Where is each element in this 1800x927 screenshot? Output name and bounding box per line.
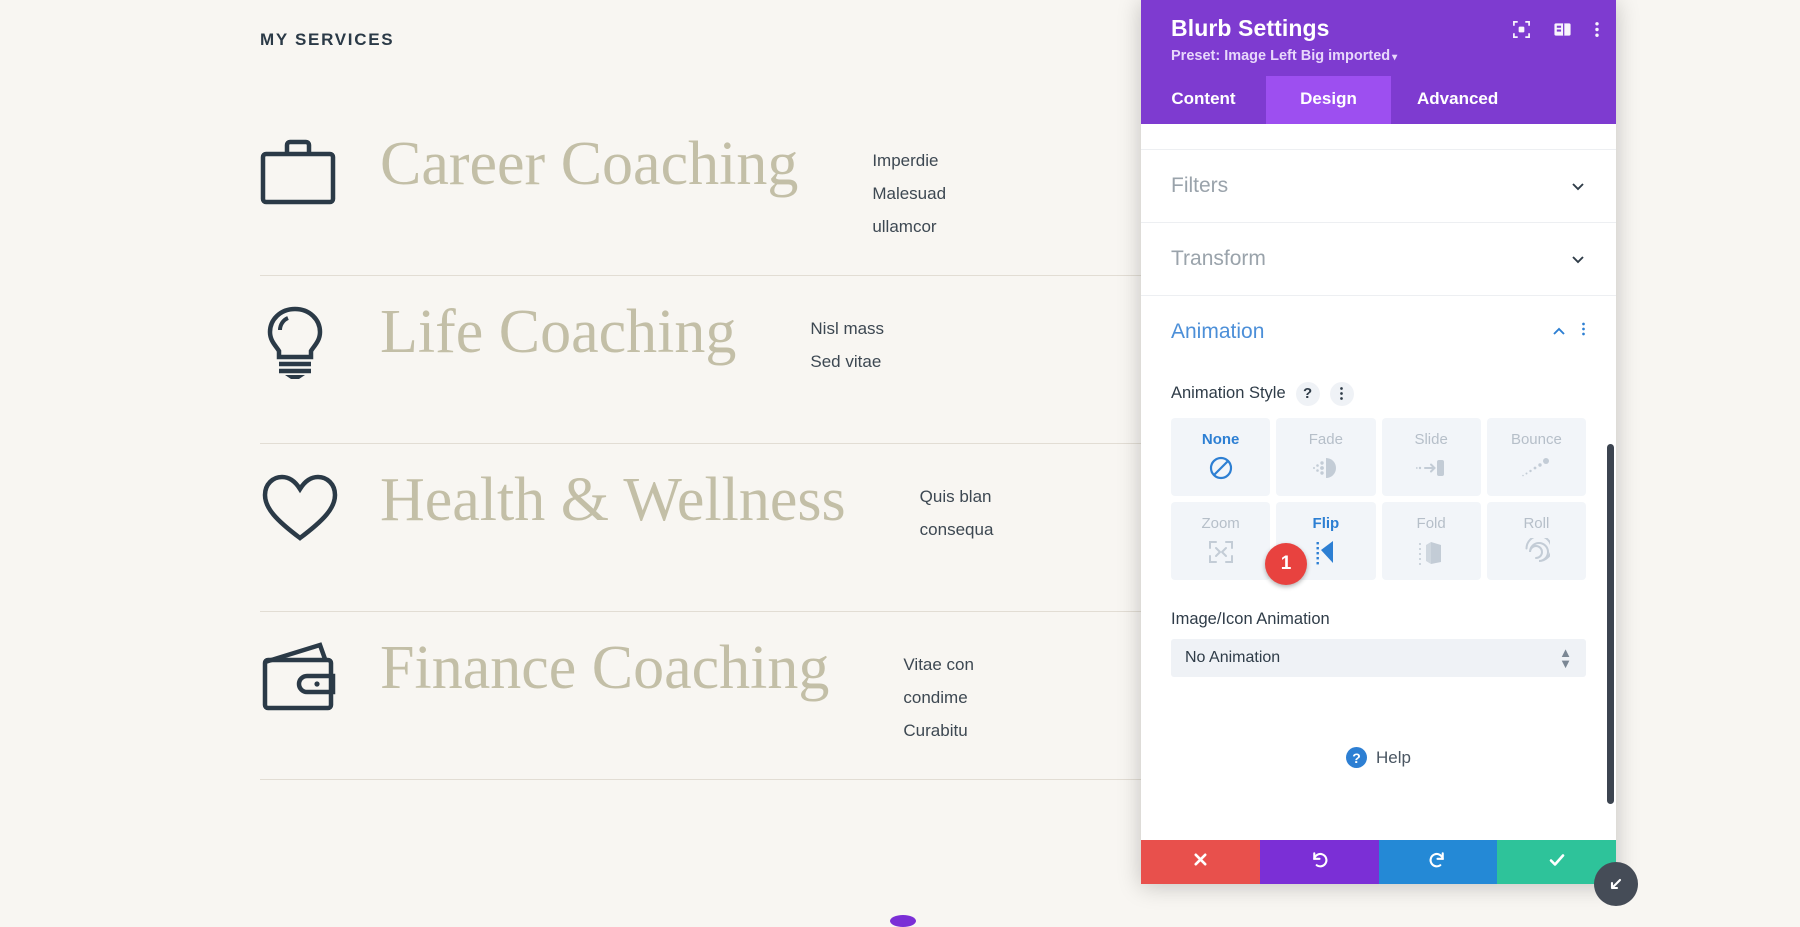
focus-icon[interactable] bbox=[1512, 20, 1531, 44]
help-icon: ? bbox=[1346, 747, 1367, 768]
tab-advanced[interactable]: Advanced bbox=[1391, 76, 1524, 124]
anim-option-label: Fade bbox=[1309, 431, 1343, 448]
step-marker-1: 1 bbox=[1265, 543, 1307, 585]
animation-style-label: Animation Style bbox=[1171, 384, 1286, 403]
anim-option-zoom[interactable]: Zoom bbox=[1171, 502, 1270, 580]
zoom-expand-icon bbox=[1207, 537, 1235, 567]
preset-selector[interactable]: Preset: Image Left Big imported▾ bbox=[1171, 48, 1596, 64]
section-filters-header[interactable]: Filters bbox=[1171, 150, 1586, 222]
animation-style-row: Animation Style ? bbox=[1171, 382, 1586, 406]
section-animation-tools bbox=[1551, 321, 1586, 342]
section-transform-label: Transform bbox=[1171, 247, 1266, 271]
page-title: MY SERVICES bbox=[260, 30, 394, 50]
anim-option-label: Fold bbox=[1417, 515, 1446, 532]
service-title: Career Coaching bbox=[380, 130, 798, 197]
select-arrows-icon: ▲▼ bbox=[1559, 647, 1572, 669]
modal-footer bbox=[1141, 840, 1616, 884]
preset-label: Preset: Image Left Big imported bbox=[1171, 48, 1390, 64]
help-link[interactable]: ? Help bbox=[1141, 747, 1616, 768]
more-vertical-icon[interactable] bbox=[1581, 321, 1586, 342]
anim-option-roll[interactable]: Roll bbox=[1487, 502, 1586, 580]
service-title: Health & Wellness bbox=[380, 466, 846, 533]
chevron-down-icon[interactable] bbox=[1570, 178, 1586, 194]
anim-option-none[interactable]: None bbox=[1171, 418, 1270, 496]
modal-header-icons bbox=[1512, 20, 1600, 44]
animation-settings: Animation Style ? None bbox=[1141, 382, 1616, 703]
select-value: No Animation bbox=[1185, 649, 1280, 667]
layout-panel-icon[interactable] bbox=[1553, 20, 1572, 44]
image-icon-animation-select[interactable]: No Animation ▲▼ bbox=[1171, 639, 1586, 677]
tab-content[interactable]: Content bbox=[1141, 76, 1266, 124]
heart-icon bbox=[260, 466, 380, 544]
anim-option-label: None bbox=[1202, 431, 1240, 448]
wallet-icon bbox=[260, 634, 380, 714]
section-animation-header[interactable]: Animation bbox=[1171, 296, 1586, 368]
anim-option-bounce[interactable]: Bounce bbox=[1487, 418, 1586, 496]
chevron-down-icon: ▾ bbox=[1392, 52, 1397, 63]
tab-design[interactable]: Design bbox=[1266, 76, 1391, 124]
blurb-settings-modal: Blurb Settings Preset: Image Left Big im… bbox=[1141, 0, 1616, 884]
check-icon bbox=[1547, 850, 1567, 875]
cancel-button[interactable] bbox=[1141, 840, 1260, 884]
undo-button[interactable] bbox=[1260, 840, 1379, 884]
briefcase-icon bbox=[260, 130, 380, 206]
anim-option-fade[interactable]: Fade bbox=[1276, 418, 1375, 496]
modal-tabs: Content Design Advanced bbox=[1141, 76, 1616, 124]
close-icon bbox=[1192, 851, 1209, 873]
section-transform[interactable]: Transform bbox=[1141, 223, 1616, 296]
service-title: Finance Coaching bbox=[380, 634, 829, 701]
image-icon-animation-label: Image/Icon Animation bbox=[1171, 610, 1586, 629]
modal-header: Blurb Settings Preset: Image Left Big im… bbox=[1141, 0, 1616, 76]
page-accent-shape bbox=[890, 915, 916, 927]
redo-button[interactable] bbox=[1379, 840, 1498, 884]
help-icon[interactable]: ? bbox=[1296, 382, 1320, 406]
chevron-down-icon[interactable] bbox=[1570, 251, 1586, 267]
section-filters-label: Filters bbox=[1171, 174, 1228, 198]
animation-style-grid: None Fade bbox=[1171, 418, 1586, 580]
more-vertical-icon[interactable] bbox=[1330, 382, 1354, 406]
resize-handle[interactable] bbox=[1594, 862, 1638, 906]
anim-option-label: Bounce bbox=[1511, 431, 1562, 448]
flip-icon bbox=[1313, 537, 1339, 567]
undo-icon bbox=[1310, 850, 1329, 874]
section-filters-tools bbox=[1570, 178, 1586, 194]
section-box-shadow[interactable]: Box Shadow bbox=[1141, 124, 1616, 150]
section-transform-header[interactable]: Transform bbox=[1171, 223, 1586, 295]
fold-icon bbox=[1417, 537, 1445, 567]
section-animation: Animation bbox=[1141, 296, 1616, 368]
section-animation-label: Animation bbox=[1171, 320, 1264, 344]
anim-option-fold[interactable]: Fold bbox=[1382, 502, 1481, 580]
help-label: Help bbox=[1376, 748, 1411, 768]
anim-option-slide[interactable]: Slide bbox=[1382, 418, 1481, 496]
chevron-up-icon[interactable] bbox=[1551, 324, 1567, 340]
redo-icon bbox=[1428, 850, 1447, 874]
anim-option-label: Slide bbox=[1414, 431, 1447, 448]
slide-icon bbox=[1416, 453, 1446, 483]
anim-option-label: Zoom bbox=[1201, 515, 1239, 532]
more-vertical-icon[interactable] bbox=[1594, 20, 1600, 44]
scrollbar[interactable] bbox=[1607, 444, 1614, 804]
section-transform-tools bbox=[1570, 251, 1586, 267]
bounce-icon bbox=[1521, 453, 1551, 483]
section-filters[interactable]: Filters bbox=[1141, 150, 1616, 223]
anim-option-label: Roll bbox=[1523, 515, 1549, 532]
service-title: Life Coaching bbox=[380, 298, 736, 365]
lightbulb-icon bbox=[260, 298, 380, 380]
no-entry-icon bbox=[1208, 453, 1234, 483]
roll-icon bbox=[1522, 537, 1550, 567]
anim-option-label: Flip bbox=[1313, 515, 1340, 532]
fade-icon bbox=[1312, 453, 1340, 483]
modal-body: Box Shadow Filters Transform bbox=[1141, 124, 1616, 840]
